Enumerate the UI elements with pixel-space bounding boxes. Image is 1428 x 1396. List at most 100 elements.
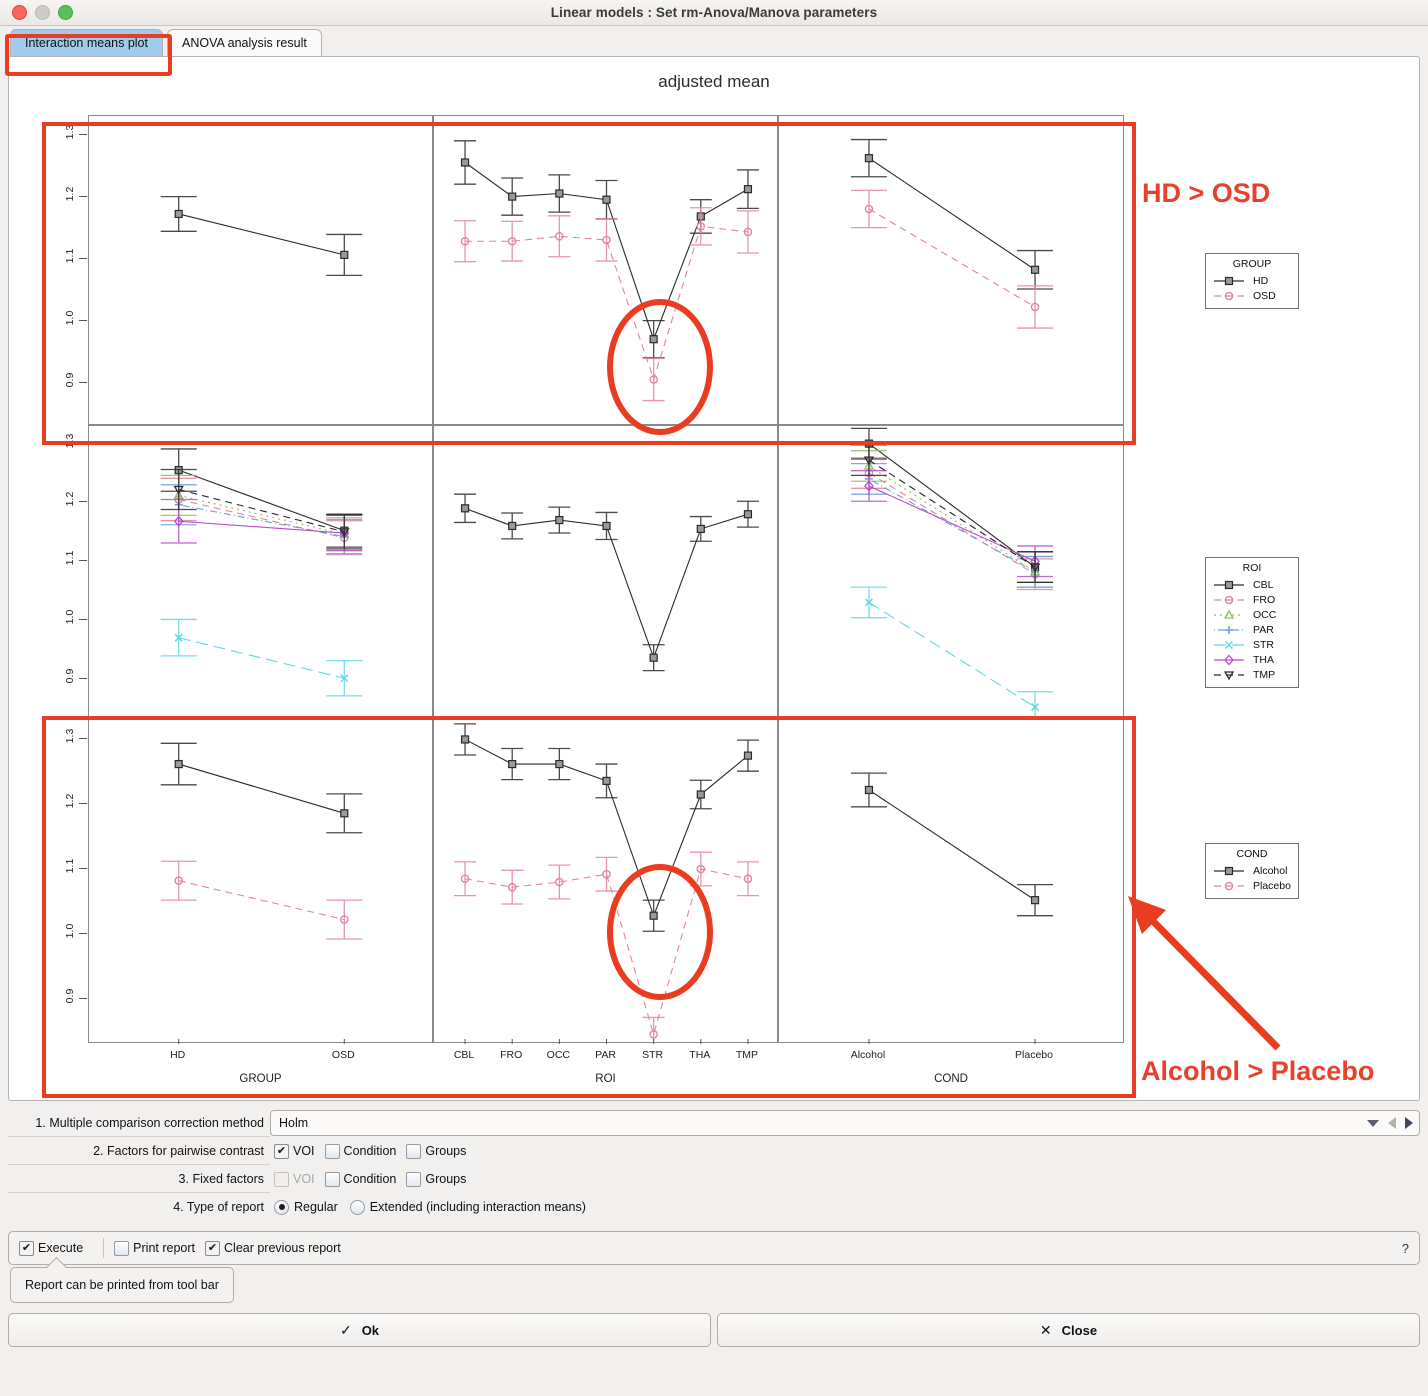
y-tick-mark: [79, 442, 87, 444]
close-icon: ✕: [1039, 1321, 1052, 1338]
checkbox-icon: [114, 1240, 130, 1256]
checkbox-fixed-groups[interactable]: Groups: [406, 1171, 466, 1187]
y-tick-label: 1.1: [64, 858, 76, 874]
plot-panel-cond-roi: [433, 719, 778, 1044]
y-tick-mark: [79, 133, 87, 135]
y-tick-label: 1.2: [64, 492, 76, 507]
y-tick-mark: [79, 195, 87, 197]
execute-bar: ✔ Execute Print report ✔ Clear previous …: [8, 1231, 1420, 1265]
x-tick-label: TMP: [735, 1049, 759, 1061]
dialog-button-bar: ✓ Ok ✕ Close: [8, 1313, 1420, 1347]
checkbox-icon: ✔: [274, 1143, 289, 1159]
legend-key-icon: [1214, 580, 1244, 589]
legend-key-icon: [1214, 609, 1244, 619]
legend-key-icon: [1214, 866, 1244, 875]
ok-button-label: Ok: [361, 1322, 380, 1338]
y-tick-label: 1.2: [64, 186, 76, 201]
checkbox-icon: [274, 1171, 289, 1187]
checkbox-icon: [324, 1171, 340, 1187]
radio-report-extended[interactable]: Extended (including interaction means): [349, 1199, 586, 1215]
legend-entry: HD: [1212, 273, 1292, 288]
x-tick-label: Alcohol: [850, 1049, 886, 1061]
y-tick-label: 1.3: [64, 124, 76, 139]
row-report-type: 4. Type of report Regular Extended (incl…: [8, 1193, 1420, 1221]
tab-label: Interaction means plot: [25, 36, 148, 50]
combobox-arrows: [1367, 1117, 1413, 1129]
legend-roi: ROI CBL FRO OCC PAR STR THA TMP: [1205, 557, 1299, 688]
ok-button[interactable]: ✓ Ok: [8, 1313, 711, 1347]
check-icon: ✓: [339, 1321, 352, 1338]
checkbox-label: Condition: [343, 1172, 397, 1186]
plot-panel-cond-cond: [778, 719, 1124, 1044]
legend-key-icon: [1214, 291, 1244, 300]
annotation-arrow: [1128, 896, 1281, 1051]
checkbox-pairwise-groups[interactable]: Groups: [406, 1143, 466, 1159]
plot-panel-group-roi: [433, 115, 778, 425]
legend-entry: STR: [1212, 637, 1292, 652]
legend-group: GROUP HD OSD: [1205, 253, 1299, 309]
plot-panel-roi-cond: [778, 425, 1124, 720]
row-fixed-factors: 3. Fixed factors VOI Condition Groups: [8, 1165, 1420, 1193]
legend-entry: THA: [1212, 652, 1292, 667]
annotation-label-hd-gt-osd: HD > OSD: [1142, 178, 1271, 208]
correction-method-value: Holm: [279, 1116, 309, 1130]
y-tick-mark: [79, 257, 87, 259]
report-type-label: 4. Type of report: [173, 1200, 264, 1214]
help-button[interactable]: ?: [1402, 1241, 1409, 1256]
legend-entry: CBL: [1212, 577, 1292, 592]
legend-label: THA: [1253, 653, 1274, 666]
legend-label: OSD: [1253, 289, 1276, 302]
y-tick-mark: [79, 868, 87, 870]
y-tick-mark: [79, 803, 87, 805]
y-tick-label: 0.9: [64, 372, 76, 387]
checkbox-clear-previous-report[interactable]: ✔ Clear previous report: [205, 1240, 341, 1256]
checkbox-pairwise-voi[interactable]: ✔ VOI: [274, 1143, 315, 1159]
radio-icon: [274, 1199, 289, 1215]
y-tick-mark: [79, 501, 87, 503]
x-axis-name: GROUP: [239, 1073, 282, 1085]
legend-entry: OSD: [1212, 288, 1292, 303]
tab-label: ANOVA analysis result: [182, 36, 307, 50]
y-tick-mark: [79, 738, 87, 740]
tab-interaction-means-plot[interactable]: Interaction means plot: [10, 29, 163, 56]
checkbox-execute[interactable]: ✔ Execute: [19, 1240, 83, 1256]
y-tick-mark: [79, 677, 87, 679]
checkbox-icon: [406, 1171, 422, 1187]
legend-title: COND: [1236, 848, 1268, 860]
checkbox-label: Condition: [343, 1144, 397, 1158]
tab-anova-analysis-result[interactable]: ANOVA analysis result: [167, 29, 322, 56]
legend-key-icon: [1214, 595, 1244, 604]
legend-label: TMP: [1253, 668, 1276, 681]
legend-label: PAR: [1253, 623, 1274, 636]
checkbox-label: Clear previous report: [224, 1241, 341, 1255]
correction-method-combobox[interactable]: Holm: [270, 1110, 1420, 1136]
x-axis-name: ROI: [595, 1073, 616, 1085]
arrow-right-icon[interactable]: [1405, 1117, 1413, 1129]
checkbox-print-report[interactable]: Print report: [114, 1240, 196, 1256]
checkbox-icon: [406, 1143, 422, 1159]
checkbox-pairwise-condition[interactable]: Condition: [324, 1143, 397, 1159]
checkbox-icon: ✔: [19, 1240, 34, 1256]
legend-entry: Alcohol: [1212, 863, 1292, 878]
row-correction-method: 1. Multiple comparison correction method…: [8, 1109, 1420, 1137]
legend-title: ROI: [1242, 562, 1262, 574]
chevron-down-icon[interactable]: [1367, 1119, 1379, 1127]
checkbox-fixed-condition[interactable]: Condition: [324, 1171, 397, 1187]
arrow-left-icon[interactable]: [1388, 1117, 1396, 1129]
y-tick-label: 0.9: [64, 668, 76, 684]
checkbox-label: Print report: [133, 1241, 196, 1255]
y-tick-label: 1.1: [64, 550, 76, 566]
legend-entry: FRO: [1212, 592, 1292, 607]
plot-panel-roi-group: [88, 425, 433, 719]
plot-panel-group-cond: [778, 115, 1124, 425]
legend-label: CBL: [1253, 578, 1274, 591]
legend-key-icon: [1214, 640, 1244, 649]
annotation-label-alcohol-gt-placebo: Alcohol > Placebo: [1141, 1056, 1375, 1086]
close-button[interactable]: ✕ Close: [717, 1313, 1420, 1347]
panel-grid: [88, 115, 1124, 1044]
row-pairwise-factors: 2. Factors for pairwise contrast ✔ VOI C…: [8, 1137, 1420, 1165]
legend-key-icon: [1214, 654, 1244, 665]
x-tick-label: Placebo: [1015, 1049, 1053, 1061]
y-tick-label: 0.9: [64, 988, 76, 1003]
radio-report-regular[interactable]: Regular: [274, 1199, 338, 1215]
